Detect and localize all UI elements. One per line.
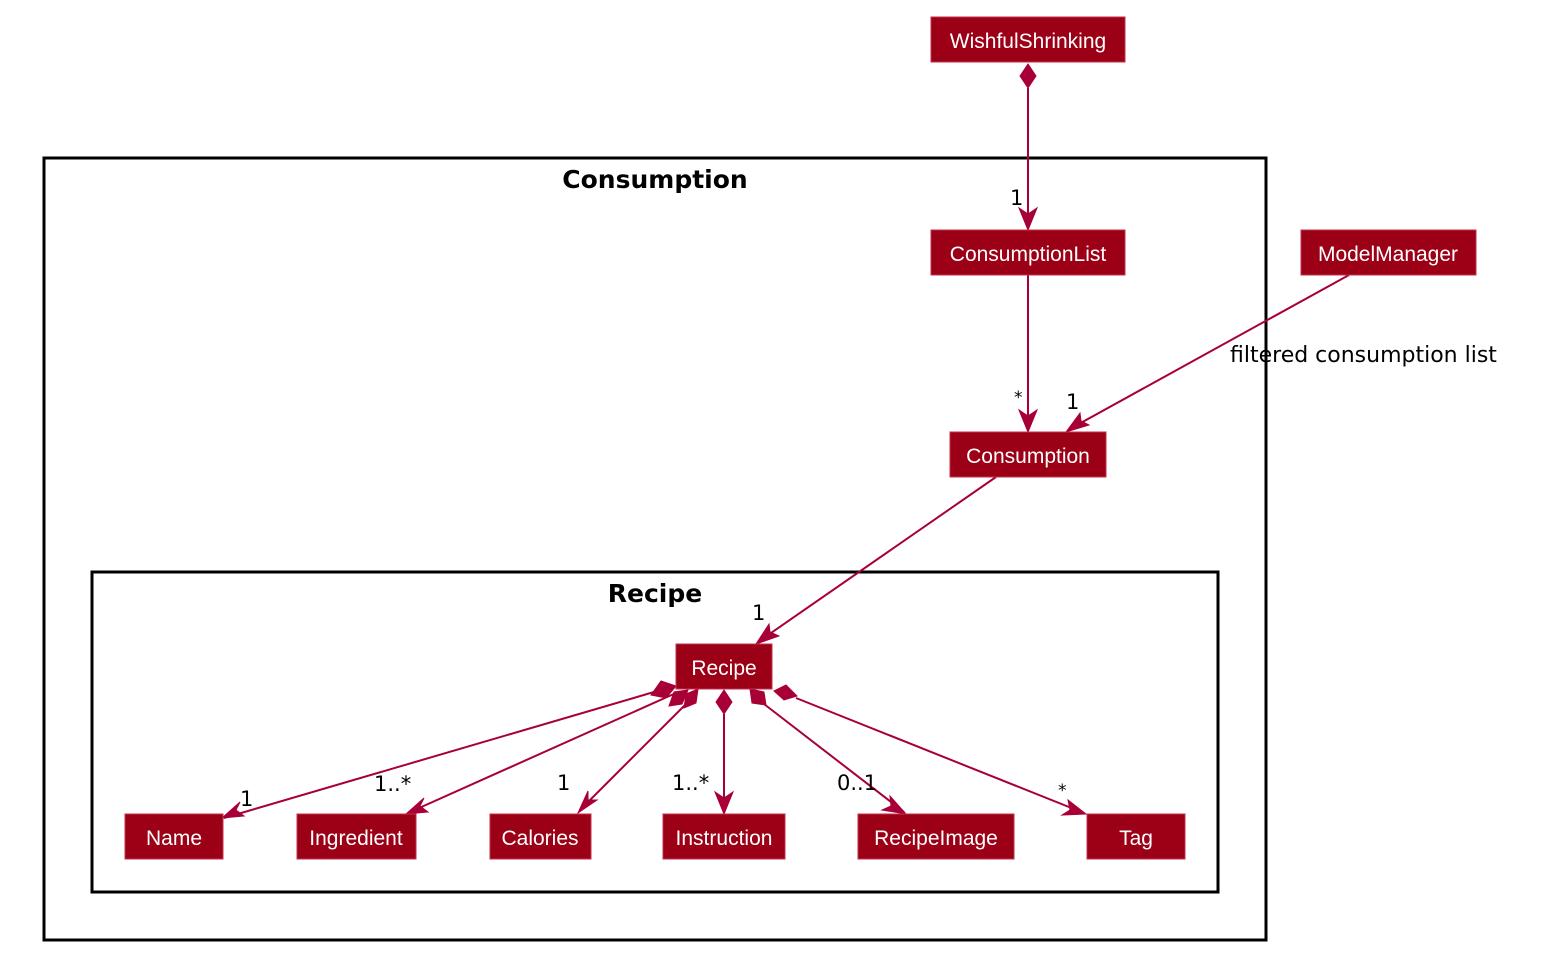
multiplicity-label: * (1058, 781, 1067, 801)
relation-recipe-tag: * (773, 684, 1088, 816)
class-recipeimage[interactable]: RecipeImage (857, 813, 1015, 860)
multiplicity-label: 1..* (374, 772, 411, 796)
composition-diamond-icon (749, 688, 767, 706)
class-name: Name (146, 827, 202, 850)
composition-diamond-icon (715, 689, 733, 715)
class-name: ConsumptionList (950, 243, 1107, 266)
class-name: Calories (501, 827, 578, 850)
composition-diamond-icon (1019, 63, 1037, 89)
arrowhead-icon (1064, 411, 1091, 433)
arrowhead-icon (576, 790, 599, 815)
arrowhead-icon (1060, 798, 1088, 816)
class-name: Ingredient (309, 827, 403, 850)
class-name: Tag (1119, 827, 1153, 850)
arrowhead-icon (754, 622, 781, 645)
relations: 1 * 1 filtered consumption list 1 1 1..*… (220, 63, 1497, 819)
multiplicity-label: * (1014, 388, 1023, 408)
class-name: Recipe (691, 657, 756, 680)
class-recipe[interactable]: Recipe (675, 643, 773, 690)
multiplicity-label: 1 (752, 601, 765, 625)
class-name: WishfulShrinking (950, 30, 1106, 53)
class-ingredient[interactable]: Ingredient (296, 813, 417, 860)
class-calories[interactable]: Calories (489, 813, 592, 860)
relation-label: filtered consumption list (1230, 343, 1497, 368)
relation-line (795, 697, 1085, 814)
multiplicity-label: 1 (1010, 186, 1023, 210)
package-consumption-title: Consumption (562, 165, 747, 194)
multiplicity-label: 1..* (672, 771, 709, 795)
relation-wishfulshrinking-consumptionlist: 1 (1010, 63, 1039, 232)
class-consumption[interactable]: Consumption (949, 431, 1107, 478)
multiplicity-label: 1 (240, 787, 253, 811)
package-recipe-frame (90, 570, 1220, 894)
class-name: ModelManager (1318, 243, 1458, 266)
class-name: RecipeImage (874, 827, 998, 850)
relation-line (763, 703, 905, 813)
package-recipe: Recipe (90, 570, 1220, 894)
relation-recipe-recipeimage: 0..1 (749, 688, 908, 815)
relation-modelmanager-consumption: 1 filtered consumption list (1064, 274, 1497, 433)
relation-consumptionlist-consumption: * (1014, 274, 1039, 434)
relation-recipe-name: 1 (220, 680, 677, 819)
multiplicity-label: 1 (557, 771, 570, 795)
class-consumptionlist[interactable]: ConsumptionList (930, 229, 1126, 276)
composition-diamond-icon (773, 684, 798, 701)
multiplicity-label: 0..1 (837, 771, 877, 795)
class-modelmanager[interactable]: ModelManager (1300, 229, 1477, 276)
class-wishfulshrinking[interactable]: WishfulShrinking (930, 16, 1126, 63)
uml-class-diagram: Consumption Recipe 1 * 1 filtered consum… (42, 16, 1497, 942)
class-name: Instruction (676, 827, 773, 850)
relation-line (757, 476, 997, 643)
package-recipe-title: Recipe (608, 579, 702, 608)
multiplicity-label: 1 (1066, 390, 1079, 414)
class-name: Consumption (966, 445, 1090, 468)
relation-consumption-recipe: 1 (752, 476, 997, 645)
class-name[interactable]: Name (124, 813, 224, 860)
class-tag[interactable]: Tag (1086, 813, 1186, 860)
class-instruction[interactable]: Instruction (662, 813, 786, 860)
relation-recipe-ingredient: 1..* (374, 689, 689, 815)
relation-line (579, 703, 687, 811)
